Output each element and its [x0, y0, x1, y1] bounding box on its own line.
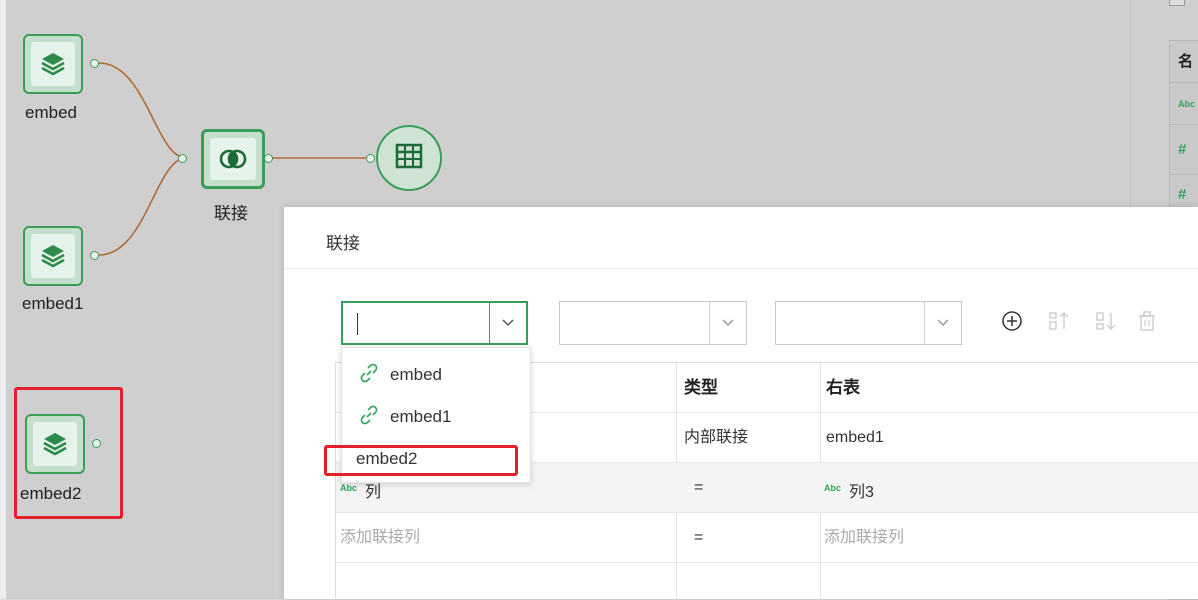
dropdown-item-embed1[interactable]: embed1	[342, 396, 530, 438]
right-table-select[interactable]	[775, 301, 962, 345]
text-cursor	[357, 313, 358, 335]
operator-cell[interactable]: =	[694, 463, 703, 513]
table-row[interactable]: 添加联接列 = 添加联接列	[336, 513, 1198, 563]
sort-asc-icon[interactable]	[1047, 309, 1071, 333]
node-label: embed	[25, 103, 77, 122]
table-icon	[395, 143, 423, 174]
checkbox[interactable]	[1169, 0, 1185, 6]
chevron-down-icon[interactable]	[709, 302, 746, 344]
dropdown-item-label: embed	[390, 365, 442, 384]
delete-icon[interactable]	[1135, 309, 1159, 333]
header-right-table: 右表	[826, 378, 860, 397]
type-icon: Abc	[1170, 83, 1198, 125]
node-embed1[interactable]	[23, 226, 83, 286]
add-join-column-right[interactable]: 添加联接列	[824, 513, 904, 563]
header-type: 类型	[684, 378, 718, 397]
chevron-down-icon[interactable]	[924, 302, 961, 344]
node-table[interactable]	[376, 125, 442, 191]
edge-embed1-join	[98, 157, 187, 256]
add-circle-icon[interactable]	[1000, 309, 1024, 333]
highlight-box	[324, 445, 518, 476]
divider	[284, 268, 1198, 269]
column-name: 列3	[849, 484, 874, 501]
highlight-box	[14, 387, 123, 519]
right-table-cell[interactable]: embed1	[826, 413, 884, 463]
operator-cell[interactable]: =	[694, 513, 703, 563]
input-port[interactable]	[178, 154, 187, 163]
link-icon	[358, 404, 380, 431]
output-port[interactable]	[264, 154, 273, 163]
right-column-cell[interactable]: Abc 列3	[824, 463, 874, 513]
join-type-select[interactable]	[559, 301, 747, 345]
dropdown-item-label: embed1	[390, 407, 452, 426]
left-table-select[interactable]	[341, 301, 528, 345]
column-header: 名	[1170, 41, 1198, 83]
sort-desc-icon[interactable]	[1094, 309, 1118, 333]
column-name: 列	[365, 484, 382, 501]
dropdown-item-embed[interactable]: embed	[342, 354, 530, 396]
node-label: 联接	[214, 204, 248, 223]
join-type-cell[interactable]: 内部联接	[684, 413, 748, 463]
dialog-title: 联接	[326, 234, 360, 253]
text-type-icon: Abc	[824, 483, 842, 493]
join-icon	[210, 138, 256, 180]
output-port[interactable]	[90, 251, 99, 260]
link-icon	[358, 362, 380, 389]
node-embed[interactable]	[23, 34, 83, 94]
chevron-down-icon[interactable]	[489, 303, 526, 343]
output-port[interactable]	[90, 59, 99, 68]
type-icon: #	[1170, 125, 1198, 175]
text-type-icon: Abc	[340, 483, 358, 493]
layers-icon	[31, 234, 75, 278]
layers-icon	[31, 42, 75, 86]
input-port[interactable]	[366, 154, 375, 163]
edge-embed-join	[98, 62, 187, 159]
node-label: embed1	[22, 294, 84, 313]
add-join-column-left[interactable]: 添加联接列	[340, 513, 420, 563]
node-join[interactable]	[201, 129, 265, 189]
